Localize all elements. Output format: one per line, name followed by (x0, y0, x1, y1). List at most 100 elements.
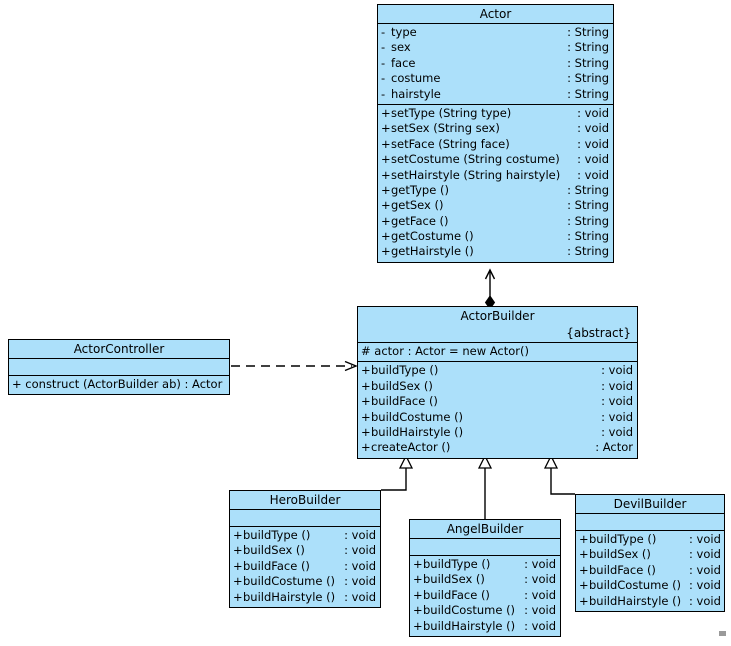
operation-signature: createActor () (371, 440, 451, 455)
visibility-marker: + (233, 558, 243, 573)
operation-row: + buildType () : void (230, 528, 380, 543)
generalization-angel-actorbuilder (477, 454, 493, 519)
operations-compartment-herobuilder: + buildType () : void + buildSex () : vo… (230, 526, 380, 607)
visibility-marker: + (233, 574, 243, 589)
class-box-devilbuilder[interactable]: DevilBuilder + buildType () : void + bui… (575, 494, 725, 612)
operation-return-type: : void (577, 121, 609, 136)
operation-return-type: : String (567, 182, 609, 197)
operation-row: + buildType () : void (410, 557, 560, 572)
operation-row: + buildSex () : void (230, 543, 380, 558)
visibility-marker: + (361, 394, 371, 409)
class-box-angelbuilder[interactable]: AngelBuilder + buildType () : void + bui… (409, 519, 561, 637)
operation-signature: buildHairstyle () (371, 424, 464, 439)
operation-row: + buildHairstyle () : void (230, 590, 380, 605)
visibility-marker: + (413, 603, 423, 618)
operation-return-type: : void (524, 587, 556, 602)
operation-signature: construct (ActorBuilder ab) : Actor (25, 377, 223, 391)
operation-row: + buildCostume () : void (358, 410, 637, 425)
class-box-actorcontroller[interactable]: ActorController + construct (ActorBuilde… (8, 339, 230, 396)
attribute-type: : String (567, 40, 609, 55)
operation-return-type: : void (344, 528, 376, 542)
operation-row: + buildFace () : void (410, 588, 560, 603)
class-box-actorbuilder[interactable]: ActorBuilder {abstract} # actor : Actor … (357, 306, 638, 459)
operation-row: + construct (ActorBuilder ab) : Actor (9, 377, 229, 392)
operation-signature: setSex (String sex) (391, 121, 500, 136)
operation-return-type: : void (577, 167, 609, 182)
visibility-marker: - (381, 25, 386, 39)
operations-compartment-actorcontroller: + construct (ActorBuilder ab) : Actor (9, 375, 229, 394)
operation-row: + buildFace () : void (358, 394, 637, 409)
operation-signature: buildSex () (423, 572, 485, 587)
operation-row: + buildHairstyle () : void (358, 425, 637, 440)
operation-return-type: : void (577, 152, 609, 167)
operation-return-type: : void (689, 532, 721, 546)
class-name-actor: Actor (479, 7, 512, 21)
operation-signature: getSex () (391, 198, 444, 213)
attributes-compartment-actorcontroller (9, 358, 229, 375)
operation-signature: buildFace () (371, 394, 438, 409)
operation-return-type: : void (524, 572, 556, 587)
operation-signature: buildType () (243, 528, 311, 542)
operation-row: + setHairstyle (String hairstyle) : void (378, 168, 613, 183)
visibility-marker: + (413, 572, 423, 587)
operation-row: + setSex (String sex) : void (378, 121, 613, 136)
operation-row: + buildHairstyle () : void (410, 619, 560, 634)
operation-signature: buildCostume () (589, 578, 682, 593)
visibility-marker: - (381, 86, 386, 101)
generalization-hero-actorbuilder (381, 454, 414, 491)
operation-row: + buildSex () : void (358, 379, 637, 394)
visibility-marker: + (381, 167, 391, 182)
attribute-type: : String (567, 25, 609, 39)
dependency-controller-actorbuilder (231, 360, 358, 372)
operation-row: + buildHairstyle () : void (576, 594, 724, 609)
class-name-angelbuilder: AngelBuilder (446, 522, 524, 536)
operation-return-type: : Actor (595, 440, 633, 455)
visibility-marker: + (579, 547, 589, 562)
operation-signature: buildCostume () (423, 603, 516, 618)
attribute-declaration: actor : Actor = new Actor() (374, 344, 529, 358)
operation-return-type: : void (689, 562, 721, 577)
class-box-herobuilder[interactable]: HeroBuilder + buildType () : void + buil… (229, 490, 381, 608)
generalization-devil-actorbuilder (543, 454, 575, 495)
operation-return-type: : void (524, 557, 556, 571)
attribute-name: face (391, 55, 416, 70)
attributes-compartment-actorbuilder: # actor : Actor = new Actor() (358, 342, 637, 361)
operation-signature: buildCostume () (371, 409, 464, 424)
visibility-marker: + (361, 363, 371, 378)
visibility-marker: + (361, 440, 371, 455)
attribute-name: hairstyle (391, 86, 441, 101)
operations-compartment-angelbuilder: + buildType () : void + buildSex () : vo… (410, 555, 560, 636)
visibility-marker: + (233, 528, 243, 542)
attribute-row: # actor : Actor = new Actor() (358, 344, 637, 359)
class-name-actorcontroller: ActorController (73, 342, 165, 356)
operation-signature: getCostume () (391, 229, 474, 244)
operation-row: + setCostume (String costume) : void (378, 152, 613, 167)
operation-row: + buildCostume () : void (230, 574, 380, 589)
attribute-row: - hairstyle : String (378, 87, 613, 102)
operation-return-type: : void (577, 105, 609, 120)
operation-row: + setType (String type) : void (378, 106, 613, 121)
visibility-marker: + (12, 377, 22, 391)
operation-row: + buildType () : void (358, 363, 637, 378)
attribute-type: : String (567, 71, 609, 86)
visibility-marker: + (233, 543, 243, 558)
operation-return-type: : String (567, 213, 609, 228)
attributes-compartment-actor: - type : String - sex : String - face : … (378, 23, 613, 104)
attribute-row: - face : String (378, 56, 613, 71)
visibility-marker: + (381, 121, 391, 136)
operation-signature: setType (String type) (391, 105, 512, 120)
class-box-actor[interactable]: Actor - type : String - sex : String - f… (377, 4, 614, 263)
visibility-marker: + (413, 557, 423, 571)
visibility-marker: + (413, 587, 423, 602)
visibility-marker: - (381, 55, 386, 70)
visibility-marker: # (361, 344, 371, 358)
visibility-marker: + (381, 213, 391, 228)
visibility-marker: + (381, 182, 391, 197)
operation-signature: setFace (String face) (391, 136, 510, 151)
operation-row: + buildFace () : void (230, 559, 380, 574)
attributes-compartment-angelbuilder (410, 538, 560, 555)
operation-signature: buildSex () (371, 378, 433, 393)
operation-row: + buildCostume () : void (410, 603, 560, 618)
canvas-resize-handle[interactable] (719, 631, 726, 636)
visibility-marker: + (413, 618, 423, 633)
